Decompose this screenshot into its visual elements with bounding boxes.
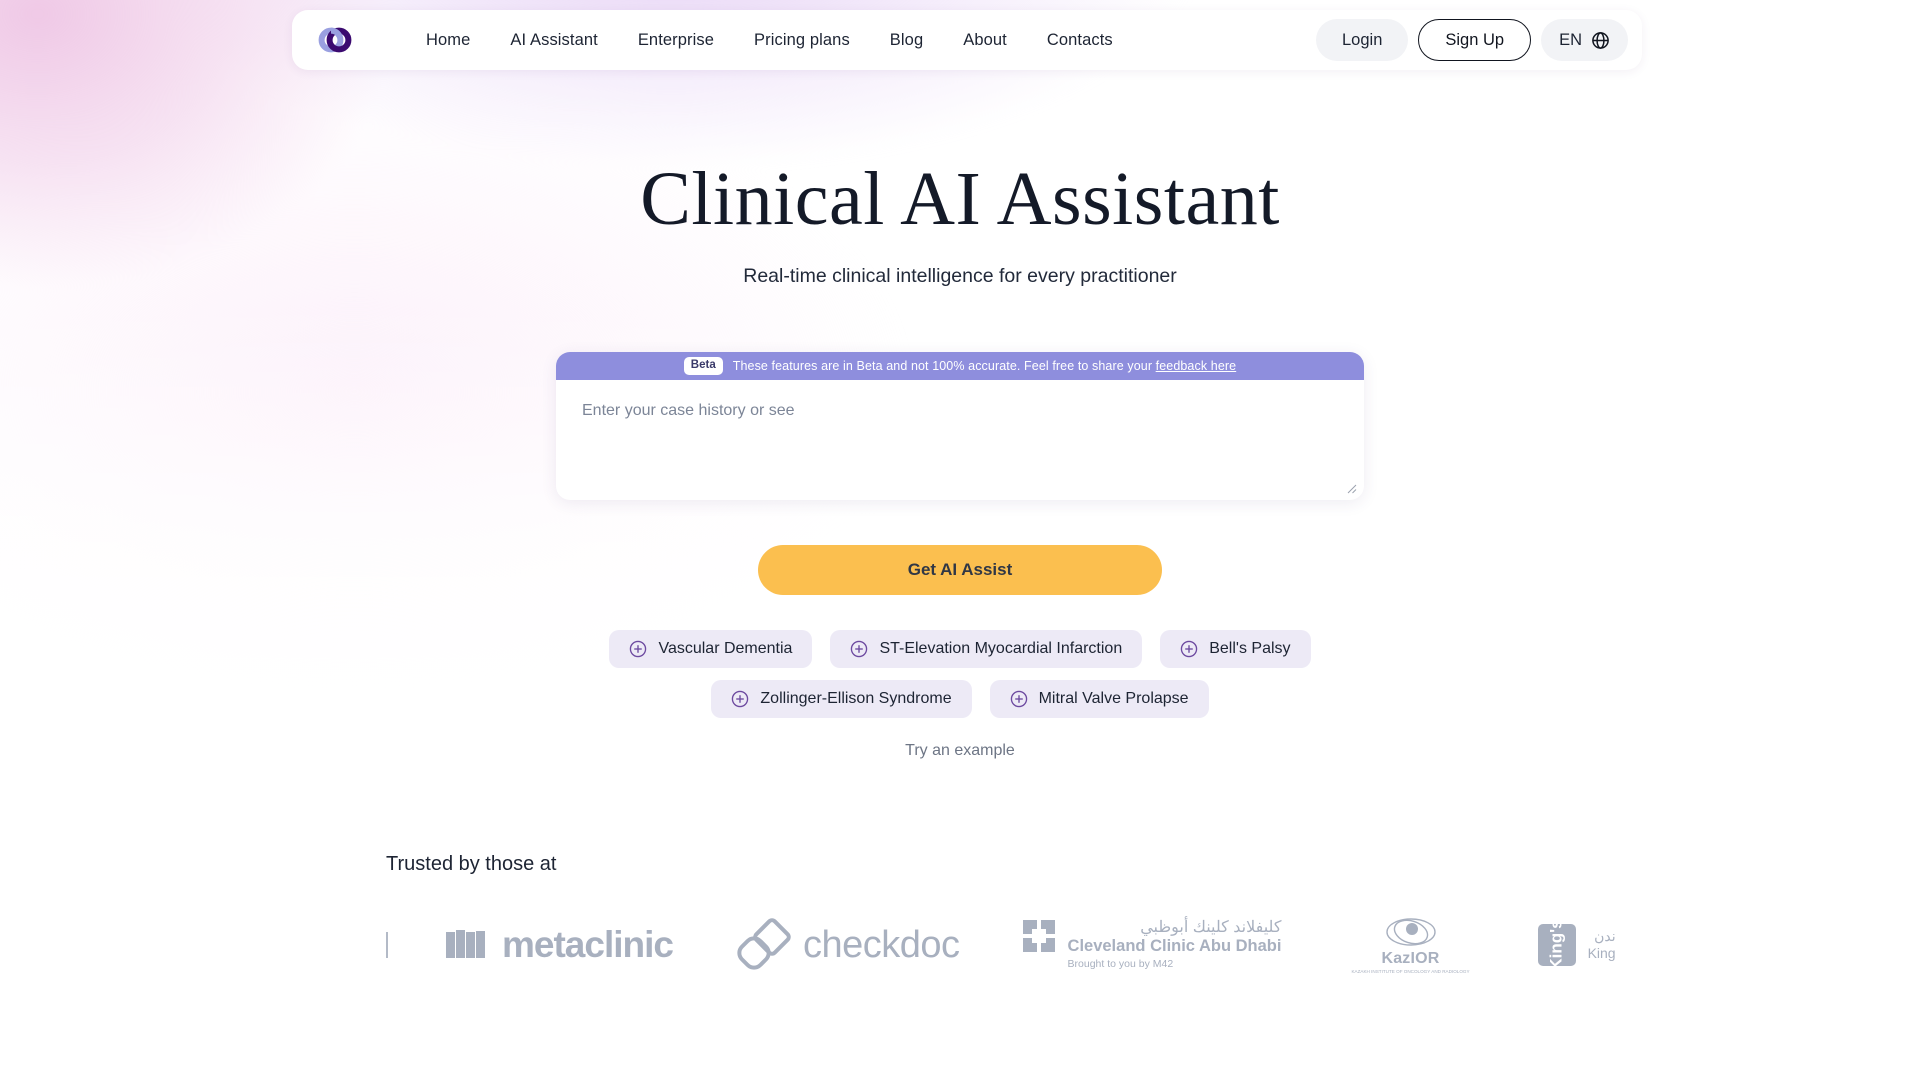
suggestion-chip-row: Vascular Dementia ST-Elevation Myocardia… (609, 630, 1311, 668)
beta-message: These features are in Beta and not 100% … (733, 359, 1236, 373)
partner-logo-kings: King's ندن King (1537, 919, 1616, 971)
language-label: EN (1559, 30, 1582, 49)
suggestion-chip-zollinger-ellison-syndrome[interactable]: Zollinger-Ellison Syndrome (711, 680, 972, 718)
kings-mark-label: King's (1546, 919, 1566, 971)
suggestion-chips: Vascular Dementia ST-Elevation Myocardia… (0, 630, 1920, 718)
partner-logo-checkdoc: checkdoc (735, 918, 960, 972)
plus-circle-icon (851, 640, 868, 658)
cleveland-clinic-tagline: Brought to you by M42 (1067, 958, 1174, 971)
trusted-by-title: Trusted by those at (386, 853, 557, 875)
chip-label: Mitral Valve Prolapse (1038, 690, 1189, 707)
main-navbar: Home AI Assistant Enterprise Pricing pla… (292, 10, 1642, 70)
suggestion-chip-bells-palsy[interactable]: Bell's Palsy (1160, 630, 1311, 668)
plus-circle-icon (1010, 690, 1027, 708)
kings-arabic: ندن (1594, 928, 1616, 945)
interlocking-rings-logo[interactable] (318, 23, 352, 57)
nav-links: Home AI Assistant Enterprise Pricing pla… (426, 31, 1113, 50)
partner-logo-metaclinic: metaclinic (444, 924, 674, 966)
signup-button[interactable]: Sign Up (1418, 19, 1532, 61)
kings-english: King (1587, 945, 1616, 961)
get-ai-assist-button[interactable]: Get AI Assist (758, 545, 1162, 595)
plus-circle-icon (1180, 640, 1198, 658)
partner-logo-cleveland-clinic-abu-dhabi: كليفلاند كلينك أبوظبي Cleveland Clinic A… (1022, 919, 1282, 971)
cleveland-clinic-mark-icon (1022, 920, 1055, 952)
logo-strip-divider (386, 932, 388, 958)
kazior-tagline: KAZAKH INSTITUTE OF ONCOLOGY AND RADIOLO… (1351, 968, 1470, 974)
cleveland-clinic-arabic: كليفلاند كلينك أبوظبي (1140, 919, 1282, 936)
beta-banner: Beta These features are in Beta and not … (556, 352, 1364, 380)
suggestion-chip-vascular-dementia[interactable]: Vascular Dementia (609, 630, 813, 668)
nav-link-home[interactable]: Home (426, 31, 470, 50)
suggestion-chip-mitral-valve-prolapse[interactable]: Mitral Valve Prolapse (989, 680, 1209, 718)
trusted-by-section: Trusted by those at (386, 853, 556, 876)
login-button[interactable]: Login (1316, 19, 1409, 61)
partner-logo-kazior: KazIOR KAZAKH INSTITUTE OF ONCOLOGY AND … (1351, 915, 1470, 976)
chip-label: ST-Elevation Myocardial Infarction (879, 640, 1123, 657)
chip-label: Bell's Palsy (1209, 640, 1291, 657)
beta-badge: Beta (683, 357, 723, 375)
case-input-area (556, 380, 1364, 500)
nav-link-about[interactable]: About (963, 31, 1007, 50)
try-an-example-label[interactable]: Try an example (0, 742, 1920, 760)
nav-link-enterprise[interactable]: Enterprise (638, 31, 714, 50)
partner-logo-strip: metaclinic checkdoc كليفلاند كلينك أبوظب… (386, 905, 1920, 985)
hero-section: Clinical AI Assistant Real-time clinical… (0, 157, 1920, 288)
page-subtitle: Real-time clinical intelligence for ever… (743, 265, 1177, 288)
metaclinic-wordmark: metaclinic (502, 924, 674, 965)
suggestion-chip-st-elevation-myocardial-infarction[interactable]: ST-Elevation Myocardial Infarction (830, 630, 1143, 668)
kazior-mark-icon (1385, 917, 1436, 946)
case-history-input[interactable] (582, 402, 1338, 478)
plus-circle-icon (732, 690, 749, 708)
kazior-wordmark: KazIOR (1381, 949, 1440, 967)
checkdoc-mark-icon (737, 918, 791, 970)
metaclinic-mark-icon (446, 930, 485, 958)
suggestion-chip-row: Zollinger-Ellison Syndrome Mitral Valve … (711, 680, 1209, 718)
plus-circle-icon (630, 640, 647, 658)
nav-link-contacts[interactable]: Contacts (1047, 31, 1113, 50)
case-input-card: Beta These features are in Beta and not … (556, 352, 1364, 500)
page-title: Clinical AI Assistant (640, 157, 1280, 241)
cleveland-clinic-text: كليفلاند كلينك أبوظبي Cleveland Clinic A… (1068, 919, 1282, 971)
nav-actions: Login Sign Up EN (1316, 19, 1628, 61)
kings-mark-icon: King's (1537, 919, 1576, 971)
checkdoc-wordmark: checkdoc (802, 923, 960, 966)
kings-text: ندن King (1588, 928, 1616, 962)
feedback-link[interactable]: feedback here (1156, 359, 1237, 373)
nav-link-pricing-plans[interactable]: Pricing plans (754, 31, 850, 50)
nav-link-blog[interactable]: Blog (890, 31, 923, 50)
resize-grip-icon (1347, 484, 1357, 494)
chip-label: Vascular Dementia (658, 640, 793, 657)
beta-message-text: These features are in Beta and not 100% … (732, 359, 1156, 373)
nav-link-ai-assistant[interactable]: AI Assistant (510, 31, 597, 50)
cleveland-clinic-english: Cleveland Clinic Abu Dhabi (1067, 937, 1282, 956)
language-switcher-button[interactable]: EN (1541, 19, 1628, 61)
globe-icon (1592, 31, 1609, 49)
chip-label: Zollinger-Ellison Syndrome (760, 690, 952, 707)
